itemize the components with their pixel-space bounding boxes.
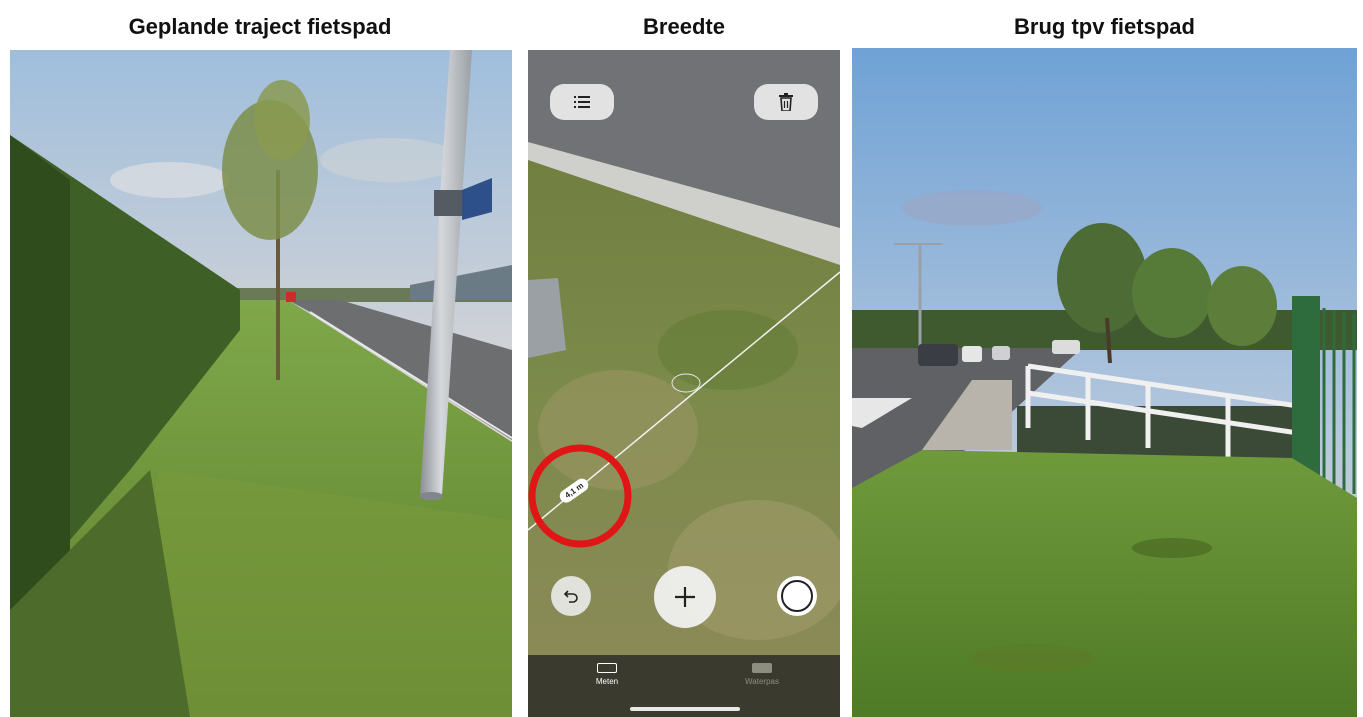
photo-planned-bike-path	[10, 50, 512, 717]
phone-measure-screen: 4,1 m Meten Waterpas	[528, 50, 840, 717]
photo-planned-bike-path-graphic	[10, 50, 512, 717]
plus-icon	[675, 587, 695, 607]
shutter-icon	[781, 580, 813, 612]
trash-icon	[779, 93, 793, 111]
capture-button[interactable]	[777, 576, 817, 616]
caption-left: Geplande traject fietspad	[128, 14, 392, 39]
caption-right: Brug tpv fietspad	[1014, 14, 1195, 39]
list-button[interactable]	[550, 84, 614, 120]
caption-middle: Breedte	[643, 14, 725, 39]
level-icon	[752, 663, 772, 673]
home-indicator	[630, 707, 740, 711]
tab-meten-label: Meten	[595, 677, 619, 686]
ruler-icon	[597, 663, 617, 673]
photo-bridge	[852, 48, 1357, 717]
tab-meten[interactable]: Meten	[567, 663, 647, 686]
delete-button[interactable]	[754, 84, 818, 120]
photo-bridge-graphic	[852, 48, 1357, 717]
undo-icon	[563, 590, 578, 603]
tab-waterpas[interactable]: Waterpas	[722, 663, 802, 686]
list-icon	[574, 96, 590, 108]
add-point-button[interactable]	[654, 566, 716, 628]
tab-bar: Meten Waterpas	[528, 655, 840, 717]
tab-waterpas-label: Waterpas	[745, 677, 779, 686]
undo-button[interactable]	[551, 576, 591, 616]
